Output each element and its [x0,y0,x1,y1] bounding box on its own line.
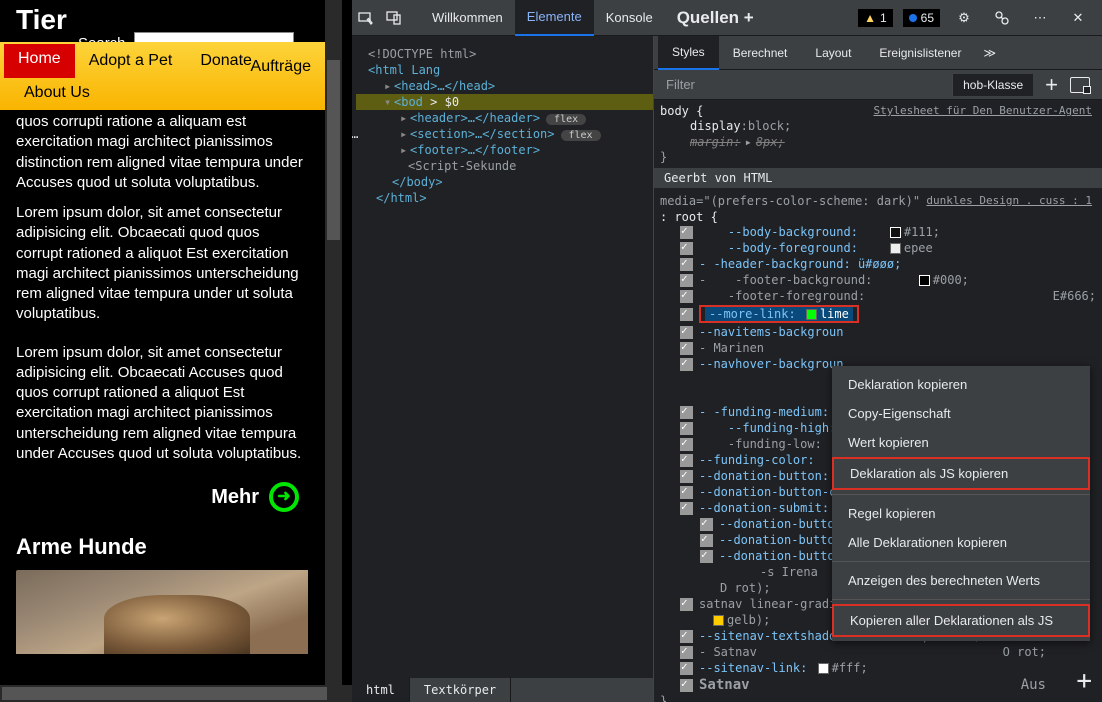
tab-elements[interactable]: Elemente [515,0,594,36]
nav-orders[interactable]: Aufträge [241,52,321,82]
paragraph-top: quos corrupti ratione a aliquam est exer… [16,110,309,193]
dom-header[interactable]: ▸<header>…</header>flex [356,110,653,126]
cm-separator-1 [832,494,1090,495]
account-icon[interactable] [988,4,1016,32]
content-area: quos corrupti ratione a aliquam est exer… [0,110,325,512]
var-footer-fg[interactable]: -footer-foreground:E#666; [660,288,1096,304]
selector-body[interactable]: body [660,104,689,118]
cm-copy-declaration[interactable]: Deklaration kopieren [832,370,1090,399]
paragraph-1: Lorem ipsum dolor, sit amet consectetur … [16,203,309,325]
flex-pill-2[interactable]: flex [561,130,601,141]
crumb-body[interactable]: Textkörper [410,678,511,702]
var-footer-bg[interactable]: - -footer-background: #000; [660,272,1096,288]
scrollbar-horizontal[interactable] [0,685,352,702]
dom-html-open[interactable]: <html Lang [356,62,653,78]
more-icon[interactable]: ⋯ [1026,4,1054,32]
filter-input[interactable]: Filter [654,77,952,92]
nav-about[interactable]: About Us [4,78,104,110]
cm-copy-rule[interactable]: Regel kopieren [832,499,1090,528]
prop-margin[interactable]: margin:▸8px; [660,134,1096,150]
nav-adopt[interactable]: Adopt a Pet [75,44,187,78]
context-menu: Deklaration kopieren Copy-Eigenschaft We… [832,366,1090,641]
var-more-link-highlighted[interactable]: --more-link: lime [660,304,1096,324]
cm-copy-all-declarations[interactable]: Alle Deklarationen kopieren [832,528,1090,557]
breadcrumb-bar: html Textkörper [352,678,653,702]
heading-2: Arme Hunde [0,512,325,570]
dom-body-selected[interactable]: ▾<bod > $0 [356,94,653,110]
more-label: Mehr [211,484,259,511]
inherited-from-bar: Geerbt von HTML [654,168,1102,188]
arrow-circle-icon: ➜ [269,482,299,512]
add-rule-button-bottom[interactable]: + [1076,666,1092,696]
cm-separator-2 [832,561,1090,562]
paragraph-2: Lorem ipsum dolor, sit amet consectetur … [16,343,309,465]
dark-theme-link[interactable]: dunkles Design . cuss : 1 [926,194,1092,207]
scrollbar-vertical[interactable] [325,0,342,685]
filter-row: Filter hob-Klasse + [654,70,1102,100]
hov-class-label[interactable]: hob-Klasse [952,74,1033,96]
red-highlight-1: --more-link: lime [699,305,859,323]
var-navitems-bg[interactable]: --navitems-backgroun [660,324,1096,340]
devtools-toolbar: Willkommen Elemente Konsole Quellen + ▲1… [352,0,1102,36]
dom-script[interactable]: <Script-Sekunde [356,158,653,174]
dom-section[interactable]: ▸<section>…</section>flex [356,126,653,142]
devtools: Willkommen Elemente Konsole Quellen + ▲1… [352,0,1102,702]
stylesheet-link[interactable]: Stylesheet für Den Benutzer-Agent [873,104,1092,117]
var-marinen[interactable]: - Marinen [660,340,1096,356]
cls-toggle-button[interactable] [1070,77,1090,93]
tabs-overflow-icon[interactable]: ≫ [983,46,996,60]
navbar: Home Adopt a Pet Donate Aufträge About U… [0,42,325,110]
settings-icon[interactable]: ⚙ [950,4,978,32]
dom-head[interactable]: ▸<head>…</head> [356,78,653,94]
tab-computed[interactable]: Berechnet [719,36,802,70]
styles-panel: Styles Berechnet Layout Ereignislistener… [654,36,1102,702]
inspect-icon[interactable] [352,4,380,32]
var-body-bg[interactable]: --body-background: #111; [660,224,1096,240]
cm-copy-property[interactable]: Copy-Eigenschaft [832,399,1090,428]
dog-image [16,570,308,654]
var-satnav2[interactable]: - SatnavO rot; [660,644,1096,660]
styles-tabs: Styles Berechnet Layout Ereignislistener… [654,36,1102,70]
more-link[interactable]: Mehr ➜ [16,482,309,512]
cm-separator-3 [832,599,1090,600]
close-icon[interactable]: ✕ [1064,4,1092,32]
var-sitenav-link[interactable]: --sitenav-link: #fff; [660,660,1096,676]
tab-styles[interactable]: Styles [658,36,719,70]
flex-pill[interactable]: flex [546,114,586,125]
new-rule-button[interactable]: + [1045,72,1058,98]
root-selector[interactable]: : root { [660,210,1096,224]
device-toggle-icon[interactable] [380,4,408,32]
cm-copy-declaration-js[interactable]: Deklaration als JS kopieren [832,457,1090,490]
var-satnav3[interactable]: SatnavAus [660,676,1096,694]
plus-icon[interactable]: + [744,8,754,28]
issues-badge[interactable]: 65 [903,9,940,27]
prop-display[interactable]: display: block; [660,118,1096,134]
var-header-bg[interactable]: - -header-background: ü#øøø; [660,256,1096,272]
media-query[interactable]: media="(prefers-color-scheme: dark)"dunk… [660,192,1096,210]
crumb-html[interactable]: html [352,678,410,702]
cm-copy-value[interactable]: Wert kopieren [832,428,1090,457]
warnings-badge[interactable]: ▲1 [858,9,893,27]
tab-sources[interactable]: Quellen + [665,0,766,36]
collapse-dots[interactable]: ⋯ [352,130,360,144]
nav-home[interactable]: Home [4,44,75,78]
preview-pane: Tier Search Home Adopt a Pet Donate Auft… [0,0,352,702]
dom-footer[interactable]: ▸<footer>…</footer> [356,142,653,158]
var-body-fg[interactable]: --body-foreground: epee [660,240,1096,256]
dom-html-close[interactable]: </html> [356,190,653,206]
cm-copy-all-declarations-js[interactable]: Kopieren aller Deklarationen als JS [832,604,1090,637]
tab-listeners[interactable]: Ereignislistener [865,36,975,70]
tab-welcome[interactable]: Willkommen [420,0,515,36]
dom-doctype[interactable]: <!DOCTYPE html> [356,46,653,62]
dom-body-close[interactable]: </body> [356,174,653,190]
tab-console[interactable]: Konsole [594,0,665,36]
dom-tree-panel: <!DOCTYPE html> <html Lang ▸<head>…</hea… [352,36,654,702]
tab-layout[interactable]: Layout [801,36,865,70]
cm-view-computed[interactable]: Anzeigen des berechneten Werts [832,566,1090,595]
